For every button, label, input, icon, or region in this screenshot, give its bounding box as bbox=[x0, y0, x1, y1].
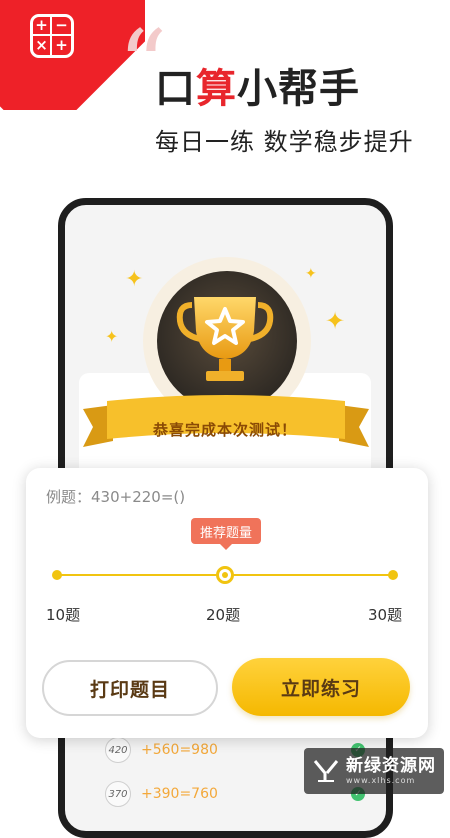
question-number: 370 bbox=[105, 781, 131, 807]
example-question: 例题：430+220=() bbox=[46, 488, 186, 506]
print-questions-button[interactable]: 打印题目 bbox=[42, 660, 218, 716]
watermark: 新绿资源网 www.xlhs.com bbox=[304, 748, 444, 794]
sparkle-icon: ✦ bbox=[325, 307, 346, 335]
start-practice-button[interactable]: 立即练习 bbox=[232, 658, 410, 716]
plus-symbol: + bbox=[33, 17, 52, 36]
watermark-logo-icon bbox=[313, 760, 339, 782]
equation-text: +560=980 bbox=[141, 742, 218, 758]
slider-stop-min[interactable] bbox=[52, 570, 62, 580]
trophy-icon bbox=[176, 297, 274, 381]
plus-symbol: + bbox=[55, 36, 68, 54]
title-highlight: 算 bbox=[196, 66, 237, 112]
question-settings-sheet: 例题：430+220=() 推荐题量 10题 20题 30题 打印题目 立即练习 bbox=[26, 468, 428, 738]
watermark-text: 新绿资源网 www.xlhs.com bbox=[346, 757, 436, 785]
title-part2: 小帮手 bbox=[237, 66, 360, 112]
times-symbol: × bbox=[33, 36, 52, 55]
watermark-main: 新绿资源网 bbox=[346, 756, 436, 777]
slider-stop-max[interactable] bbox=[388, 570, 398, 580]
title-part1: 口 bbox=[155, 66, 196, 112]
slider-label-min: 10题 bbox=[46, 606, 81, 624]
recommended-tooltip: 推荐题量 bbox=[191, 518, 261, 550]
quantity-slider-thumb[interactable] bbox=[216, 566, 234, 584]
question-number: 420 bbox=[105, 737, 131, 763]
watermark-sub: www.xlhs.com bbox=[346, 775, 416, 785]
sparkle-icon: ✦ bbox=[305, 266, 317, 282]
sparkle-icon: ✦ bbox=[105, 327, 119, 346]
ribbon-text: 恭喜完成本次测试！ bbox=[152, 421, 297, 439]
sparkle-icon: ✦ bbox=[125, 267, 144, 292]
slider-label-mid: 20题 bbox=[206, 606, 241, 624]
promo-title: 口算小帮手 bbox=[155, 56, 360, 114]
minus-symbol: − bbox=[52, 17, 71, 36]
calculator-app-icon: + − × + bbox=[30, 14, 74, 58]
promo-subtitle: 每日一练 数学稳步提升 bbox=[155, 128, 414, 156]
slider-label-max: 30题 bbox=[368, 606, 403, 624]
